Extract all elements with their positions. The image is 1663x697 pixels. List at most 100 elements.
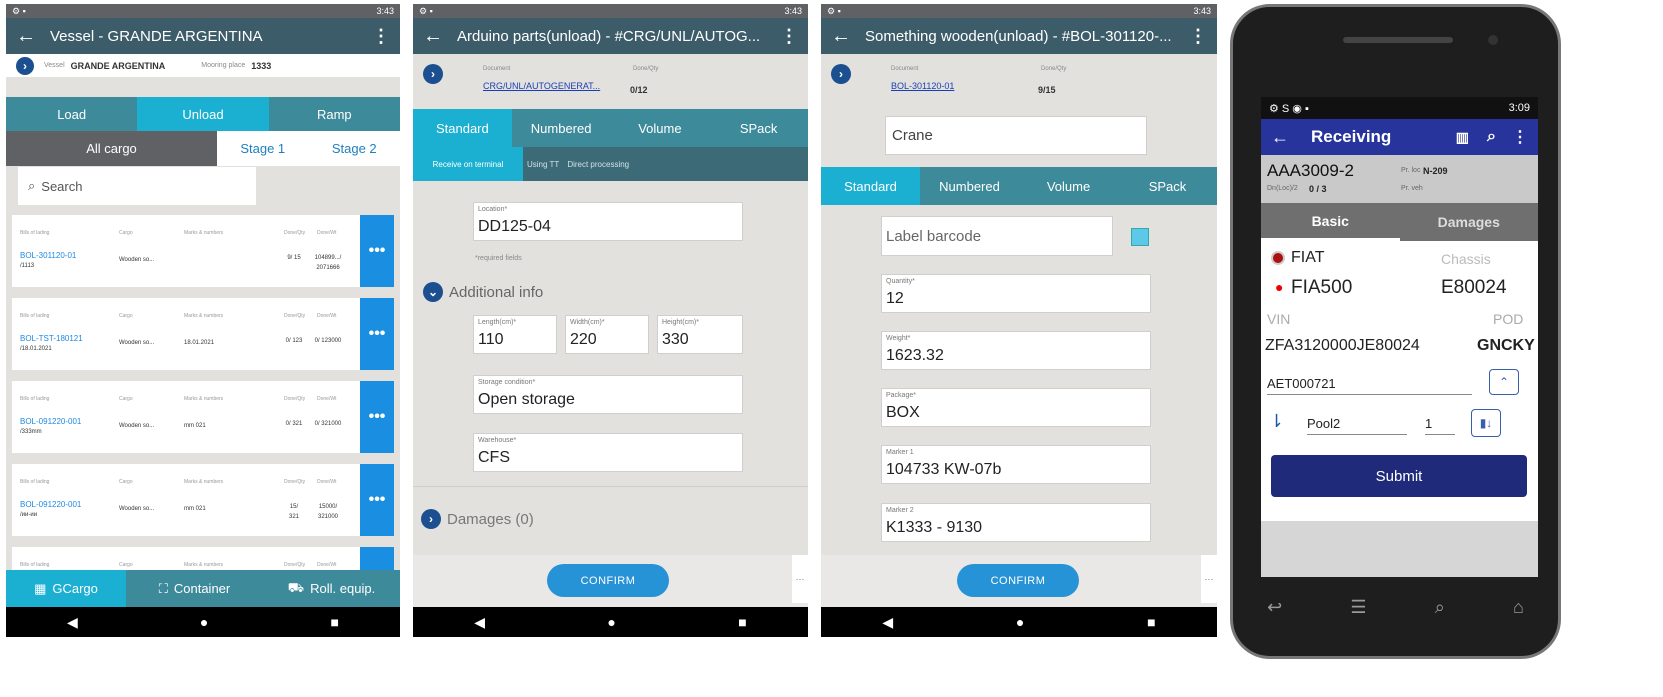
done-qty-value: 0/12 <box>630 85 648 95</box>
confirm-button[interactable]: CONFIRM <box>957 564 1079 597</box>
more-horiz-icon[interactable]: ••• <box>360 464 394 536</box>
tab-spack[interactable]: SPack <box>1118 167 1217 205</box>
tab-container[interactable]: ⛶ Container <box>126 570 263 607</box>
marker-1-field[interactable]: Marker 1 104733 KW-07b <box>881 445 1151 484</box>
card-bol[interactable]: BOL-091220-001 <box>20 500 81 509</box>
cargo-card[interactable]: Bills of lading Cargo Marks & numbers Done/… <box>12 215 394 287</box>
more-vert-icon[interactable]: ⋮ <box>372 26 390 47</box>
operation-tabs: Load Unload Ramp <box>6 97 400 131</box>
pod-value: GNCKY <box>1477 337 1535 354</box>
done-qty-value: 9/15 <box>1038 85 1056 95</box>
tab-roll-equip[interactable]: ⛟ Roll. equip. <box>263 570 400 607</box>
submit-button[interactable]: Submit <box>1271 455 1527 497</box>
warehouse-field[interactable]: Warehouse* CFS <box>473 433 743 472</box>
more-vert-icon[interactable]: ⋮ <box>1189 26 1207 47</box>
nav-recents-icon[interactable]: ■ <box>1147 614 1155 630</box>
overflow-dots-icon[interactable]: ⋯ <box>792 555 808 603</box>
overflow-dots-icon[interactable]: ⋯ <box>1201 555 1217 603</box>
back-arrow-icon[interactable]: ← <box>1271 127 1289 148</box>
quantity-field[interactable]: Quantity* 12 <box>881 274 1151 313</box>
card-bol[interactable]: BOL-301120-01 <box>20 251 76 260</box>
pool-number[interactable]: 1 <box>1425 413 1455 435</box>
nav-back-icon[interactable]: ◀ <box>882 614 893 631</box>
more-vert-icon[interactable]: ⋮ <box>780 26 798 47</box>
status-bar: ⚙ ▪ 3:43 <box>821 4 1217 18</box>
tab-using-tt[interactable]: Using TT <box>523 160 559 169</box>
tab-standard[interactable]: Standard <box>821 167 920 205</box>
aet-input[interactable]: AET000721 <box>1267 371 1472 395</box>
tab-standard[interactable]: Standard <box>413 109 512 147</box>
width-field[interactable]: Width(cm)* 220 <box>565 315 649 354</box>
marker-2-field[interactable]: Marker 2 K1333 - 9130 <box>881 503 1151 542</box>
tab-load[interactable]: Load <box>6 97 137 131</box>
nav-home-icon[interactable]: ● <box>1016 614 1024 630</box>
damages-header[interactable]: › Damages (0) <box>421 509 534 529</box>
nav-back-icon[interactable]: ◀ <box>67 614 78 631</box>
tab-ramp[interactable]: Ramp <box>269 97 400 131</box>
hw-search-icon[interactable]: ⌕ <box>1435 597 1445 618</box>
tab-all-cargo[interactable]: All cargo <box>6 131 217 166</box>
more-horiz-icon[interactable]: ••• <box>360 215 394 287</box>
tab-basic[interactable]: Basic <box>1261 203 1400 241</box>
tab-numbered[interactable]: Numbered <box>920 167 1019 205</box>
tab-spack[interactable]: SPack <box>709 109 808 147</box>
nav-recents-icon[interactable]: ■ <box>330 614 338 630</box>
chevron-right-icon[interactable]: › <box>423 64 443 84</box>
document-link[interactable]: BOL-301120-01 <box>891 81 954 91</box>
search-input[interactable]: ⌕ Search <box>18 167 256 205</box>
length-field[interactable]: Length(cm)* 110 <box>473 315 557 354</box>
package-field[interactable]: Package* BOX <box>881 388 1151 427</box>
more-horiz-icon[interactable]: ••• <box>360 381 394 453</box>
parking-icon[interactable]: ⌃ <box>1489 369 1519 395</box>
ship-load-icon[interactable]: ▮↓ <box>1471 409 1501 437</box>
weight-field[interactable]: Weight* 1623.32 <box>881 331 1151 370</box>
hw-menu-icon[interactable]: ☰ <box>1350 597 1366 618</box>
tab-numbered[interactable]: Numbered <box>512 109 611 147</box>
location-field[interactable]: Location* DD125-04 <box>473 202 743 241</box>
bottom-tabs: ▦ GCargo ⛶ Container ⛟ Roll. equip. <box>6 570 400 607</box>
more-horiz-icon[interactable]: ••• <box>360 298 394 370</box>
hw-home-icon[interactable]: ⌂ <box>1513 597 1524 618</box>
back-arrow-icon[interactable]: ← <box>831 25 851 48</box>
barcode-icon[interactable]: ▥ <box>1456 129 1469 146</box>
additional-info-header[interactable]: ⌄ Additional info <box>423 282 543 302</box>
tab-receive-on-terminal[interactable]: Receive on terminal <box>413 147 523 181</box>
nav-recents-icon[interactable]: ■ <box>738 614 746 630</box>
tab-direct-processing[interactable]: Direct processing <box>559 160 629 169</box>
cargo-card[interactable]: Bills of lading Cargo Marks & numbers Done/… <box>12 298 394 370</box>
confirm-button[interactable]: CONFIRM <box>547 564 669 597</box>
more-vert-icon[interactable]: ⋮ <box>1512 127 1528 147</box>
back-arrow-icon[interactable]: ← <box>423 25 443 48</box>
back-arrow-icon[interactable]: ← <box>16 25 36 48</box>
cargo-card[interactable]: Bills of lading Cargo Marks & numbers Done/… <box>12 464 394 536</box>
label-barcode-input[interactable]: Label barcode <box>881 216 1113 256</box>
status-time: 3:43 <box>1193 6 1211 16</box>
hw-back-icon[interactable]: ↩ <box>1267 597 1282 618</box>
tab-volume[interactable]: Volume <box>1019 167 1118 205</box>
tab-stage-2[interactable]: Stage 2 <box>308 131 400 166</box>
card-done-wt: 0/ 321000 <box>314 421 342 427</box>
nav-back-icon[interactable]: ◀ <box>474 614 485 631</box>
height-field[interactable]: Height(cm)* 330 <box>657 315 743 354</box>
tab-unload[interactable]: Unload <box>137 97 269 131</box>
card-column-labels: Bills of lading Cargo Marks & numbers Done/… <box>20 562 337 568</box>
tab-damages[interactable]: Damages <box>1400 203 1539 241</box>
barcode-scan-icon[interactable] <box>1131 228 1149 246</box>
crane-field[interactable]: Crane <box>885 116 1147 155</box>
tab-stage-1[interactable]: Stage 1 <box>217 131 309 166</box>
storage-condition-field[interactable]: Storage condition* Open storage <box>473 375 743 414</box>
nav-home-icon[interactable]: ● <box>200 614 208 630</box>
document-link[interactable]: CRG/UNL/AUTOGENERAT... <box>483 81 600 91</box>
nav-home-icon[interactable]: ● <box>607 614 615 630</box>
chevron-right-icon[interactable]: › <box>831 64 851 84</box>
search-icon[interactable]: ⌕ <box>1487 128 1496 146</box>
tab-volume[interactable]: Volume <box>611 109 710 147</box>
card-done-qty: 9/ 15 <box>287 255 301 261</box>
cargo-card[interactable]: Bills of lading Cargo Marks & numbers Done/… <box>12 381 394 453</box>
card-bol[interactable]: BOL-091220-001 <box>20 417 81 426</box>
tab-gcargo[interactable]: ▦ GCargo <box>6 570 126 607</box>
pool-input[interactable]: Pool2 <box>1307 413 1407 435</box>
card-bol[interactable]: BOL-TST-180121 <box>20 334 83 343</box>
chevron-right-icon[interactable]: › <box>16 56 34 75</box>
prloc-label: Pr. loc <box>1401 167 1421 174</box>
